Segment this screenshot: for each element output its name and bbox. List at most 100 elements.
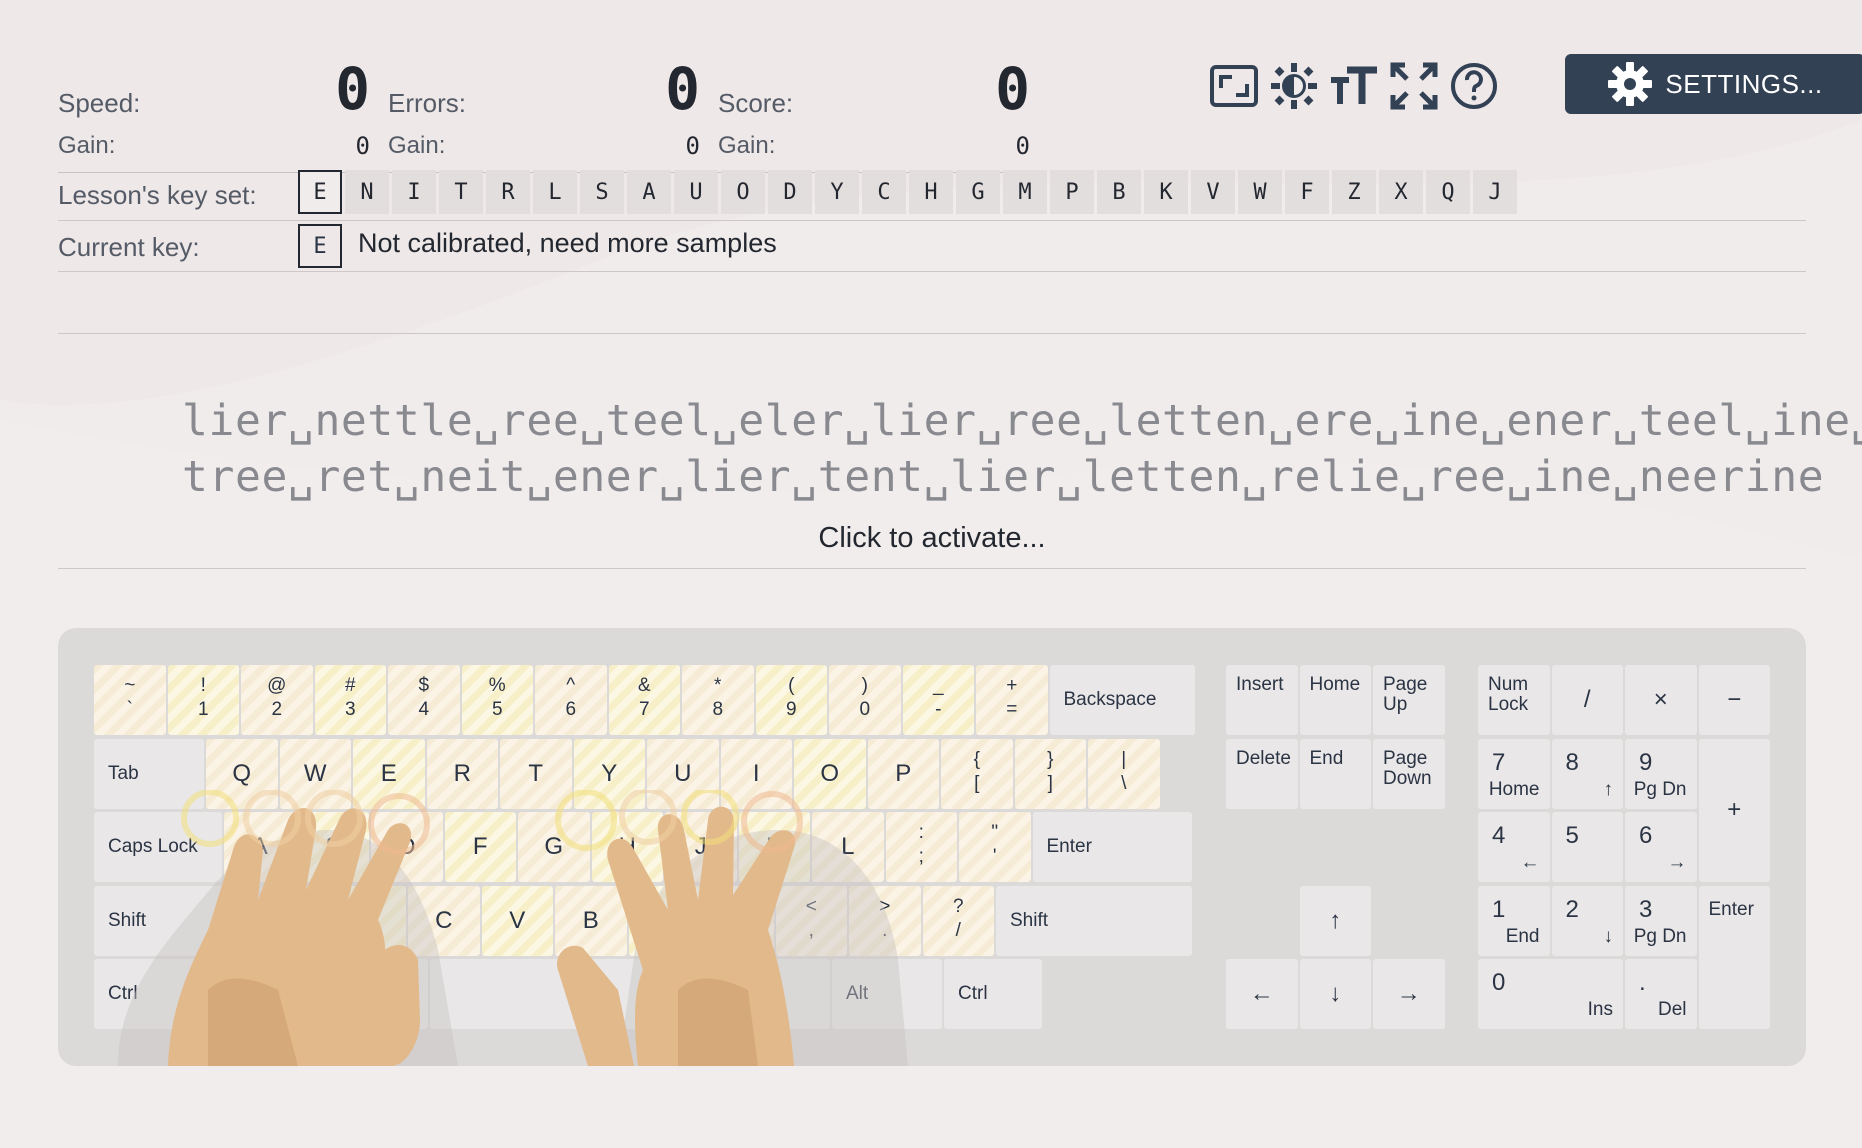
key-num-3[interactable]: 3 Pg Dn xyxy=(1625,885,1697,956)
key-num-multiply[interactable]: × xyxy=(1625,665,1697,735)
key-num-9[interactable]: 9 Pg Dn xyxy=(1625,738,1697,809)
key-7[interactable]: & 7 xyxy=(608,665,680,735)
key-d[interactable]: D xyxy=(371,812,443,882)
key-arrow-left[interactable]: ← xyxy=(1226,959,1298,1029)
key-g[interactable]: G xyxy=(518,812,590,882)
key-6[interactable]: ^ 6 xyxy=(535,665,607,735)
key-x[interactable]: X xyxy=(334,885,406,956)
key-left-win[interactable] xyxy=(206,959,316,1029)
key-arrow-right[interactable]: → xyxy=(1373,959,1445,1029)
key-sym[interactable]: ? / xyxy=(922,885,994,956)
key-5[interactable]: % 5 xyxy=(461,665,533,735)
key-right-alt[interactable]: Alt xyxy=(832,959,942,1029)
key-k[interactable]: K xyxy=(738,812,810,882)
key-num-lock[interactable]: Num Lock xyxy=(1478,665,1550,735)
key-j[interactable]: J xyxy=(665,812,737,882)
key-w[interactable]: W xyxy=(279,738,351,809)
key-b[interactable]: B xyxy=(555,885,627,956)
key-`[interactable]: ~ ` xyxy=(94,665,166,735)
lesson-key: D xyxy=(768,170,812,214)
key-label: Delete xyxy=(1236,747,1291,769)
key-tab[interactable]: Tab xyxy=(94,738,204,809)
key-num-divide[interactable]: / xyxy=(1551,665,1623,735)
key-sym[interactable]: {[ xyxy=(941,738,1013,809)
key-p[interactable]: P xyxy=(867,738,939,809)
key-r[interactable]: R xyxy=(426,738,498,809)
key-left-ctrl[interactable]: Ctrl xyxy=(94,959,204,1029)
key-right-shift[interactable]: Shift xyxy=(996,885,1192,956)
key-2[interactable]: @2 xyxy=(241,665,313,735)
key-sym[interactable]: <, xyxy=(775,885,847,956)
key-sym[interactable]: :; xyxy=(885,812,957,882)
key-t[interactable]: T xyxy=(500,738,572,809)
key-sym[interactable]: }] xyxy=(1014,738,1086,809)
key-right-ctrl[interactable]: Ctrl xyxy=(944,959,1042,1029)
key-q[interactable]: Q xyxy=(206,738,278,809)
key-num-plus[interactable]: + xyxy=(1698,738,1770,882)
key-3[interactable]: #3 xyxy=(314,665,386,735)
key-num-2[interactable]: 2 ↓ xyxy=(1551,885,1623,956)
help-icon[interactable] xyxy=(1448,60,1500,112)
key--[interactable]: _ - xyxy=(902,665,974,735)
key-e[interactable]: E xyxy=(353,738,425,809)
key-caps-lock[interactable]: Caps Lock xyxy=(94,812,222,882)
key-s[interactable]: S xyxy=(297,812,369,882)
key-=[interactable]: + = xyxy=(976,665,1048,735)
key-num-dot[interactable]: . Del xyxy=(1625,959,1697,1029)
key-label: ; xyxy=(918,846,924,867)
key-label: 9 xyxy=(785,699,797,720)
key-backspace[interactable]: Backspace xyxy=(1049,665,1195,735)
key-i[interactable]: I xyxy=(720,738,792,809)
key-f[interactable]: F xyxy=(444,812,516,882)
key-enter[interactable]: Enter xyxy=(1032,812,1192,882)
key-num-6[interactable]: 6 → xyxy=(1625,812,1697,882)
key-num-4[interactable]: 4 ← xyxy=(1478,812,1550,882)
key-a[interactable]: A xyxy=(224,812,296,882)
key-num-7[interactable]: 7 Home xyxy=(1478,738,1550,809)
font-size-icon[interactable] xyxy=(1328,60,1380,112)
key-z[interactable]: Z xyxy=(261,885,333,956)
key-sym[interactable]: >. xyxy=(849,885,921,956)
key-arrow-down[interactable]: ↓ xyxy=(1299,959,1371,1029)
activate-prompt[interactable]: Click to activate... xyxy=(58,522,1806,555)
theme-contrast-icon[interactable] xyxy=(1268,60,1320,112)
key-1[interactable]: ! 1 xyxy=(167,665,239,735)
key-insert[interactable]: Insert xyxy=(1226,665,1298,735)
key-delete[interactable]: Delete xyxy=(1226,738,1298,809)
key-left-alt[interactable] xyxy=(318,959,428,1029)
key-num-enter[interactable]: Enter xyxy=(1698,885,1770,1029)
key-num-minus[interactable]: − xyxy=(1698,665,1770,735)
key-l[interactable]: L xyxy=(812,812,884,882)
key-o[interactable]: O xyxy=(794,738,866,809)
typing-text-area[interactable]: lier␣nettle␣ree␣teel␣eler␣lier␣ree␣lette… xyxy=(58,333,1862,569)
lesson-key: B xyxy=(1097,170,1141,214)
fullscreen-window-icon[interactable] xyxy=(1208,60,1260,112)
key-sym[interactable]: | \ xyxy=(1088,738,1160,809)
key-left-shift[interactable]: Shift xyxy=(94,885,259,956)
key-arrow-up[interactable]: ↑ xyxy=(1299,885,1371,956)
key-home[interactable]: Home xyxy=(1299,665,1371,735)
key-m[interactable]: M xyxy=(702,885,774,956)
key-n[interactable]: N xyxy=(628,885,700,956)
key-num-5[interactable]: 5 xyxy=(1551,812,1623,882)
key-h[interactable]: H xyxy=(591,812,663,882)
key-end[interactable]: End xyxy=(1299,738,1371,809)
key-c[interactable]: C xyxy=(408,885,480,956)
key-num-0[interactable]: 0 Ins xyxy=(1478,959,1623,1029)
key-y[interactable]: Y xyxy=(573,738,645,809)
key-u[interactable]: U xyxy=(647,738,719,809)
key-num-1[interactable]: 1 End xyxy=(1478,885,1550,956)
key-0[interactable]: ) 0 xyxy=(829,665,901,735)
key-page-down[interactable]: Page Down xyxy=(1373,738,1445,809)
key-sym[interactable]: " ' xyxy=(959,812,1031,882)
key-space[interactable] xyxy=(430,959,830,1029)
key-v[interactable]: V xyxy=(481,885,553,956)
key-8[interactable]: * 8 xyxy=(682,665,754,735)
settings-button[interactable]: SETTINGS... xyxy=(1565,54,1862,114)
key-9[interactable]: (9 xyxy=(755,665,827,735)
key-4[interactable]: $4 xyxy=(388,665,460,735)
key-page-up[interactable]: Page Up xyxy=(1373,665,1445,735)
key-num-8[interactable]: 8 ↑ xyxy=(1551,738,1623,809)
key-label: % xyxy=(488,675,506,696)
expand-icon[interactable] xyxy=(1388,60,1440,112)
